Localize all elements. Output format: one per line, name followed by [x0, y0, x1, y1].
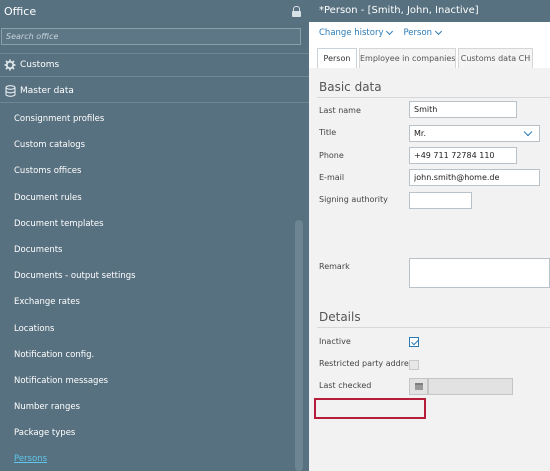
title-label: Title [319, 128, 337, 137]
inactive-highlight [314, 398, 426, 419]
remark-field[interactable] [409, 258, 550, 288]
title-select[interactable]: Mr. [409, 125, 540, 142]
customs-icon [4, 59, 16, 71]
email-field[interactable] [409, 169, 540, 186]
nav-item-notification-messages[interactable]: Notification messages [0, 368, 295, 394]
person-window-title: *Person - [Smith, John, Inactive] [309, 0, 550, 22]
nav-item-documents-output-settings[interactable]: Documents - output settings [0, 263, 295, 289]
tab-customs-data-ch[interactable]: Customs data CH [458, 48, 533, 68]
title-select-value: Mr. [414, 129, 426, 138]
phone-label: Phone [319, 151, 344, 160]
nav-item-customs-offices[interactable]: Customs offices [0, 158, 295, 184]
restricted-party-checkbox[interactable] [409, 360, 419, 370]
nav-item-consignment-profiles[interactable]: Consignment profiles [0, 106, 295, 132]
section-master-data-label: Master data [20, 85, 74, 96]
details-heading: Details [319, 310, 361, 324]
chevron-down-icon [523, 127, 533, 137]
nav-item-documents[interactable]: Documents [0, 237, 295, 263]
sidebar-scrollbar[interactable] [295, 220, 303, 471]
email-label: E-mail [319, 173, 345, 182]
nav-item-package-types[interactable]: Package types [0, 420, 295, 446]
nav-item-number-ranges[interactable]: Number ranges [0, 394, 295, 420]
last-name-field[interactable] [409, 101, 517, 118]
person-form: Basic data Last name Title Mr. Phone E-m… [309, 68, 550, 471]
nav-item-notification-config[interactable]: Notification config. [0, 342, 295, 368]
divider [317, 327, 550, 328]
tab-employee-in-companies[interactable]: Employee in companies [359, 48, 456, 68]
change-history-dropdown[interactable]: Change history [319, 27, 394, 38]
office-title: Office [4, 4, 37, 18]
person-menu-dropdown[interactable]: Person [403, 27, 443, 38]
last-name-label: Last name [319, 106, 361, 115]
chevron-down-icon [435, 27, 443, 36]
change-history-label: Change history [319, 28, 384, 38]
nav-item-document-rules[interactable]: Document rules [0, 185, 295, 211]
master-data-list: Consignment profiles Custom catalogs Cus… [0, 106, 295, 471]
last-checked-label: Last checked [319, 381, 372, 390]
divider [317, 97, 550, 98]
person-menu-label: Person [403, 28, 433, 38]
nav-item-exchange-rates[interactable]: Exchange rates [0, 289, 295, 315]
tab-person[interactable]: Person [317, 48, 357, 69]
person-panel: *Person - [Smith, John, Inactive] Change… [309, 0, 550, 471]
nav-item-document-templates[interactable]: Document templates [0, 211, 295, 237]
signing-authority-label: Signing authority [319, 195, 388, 204]
calendar-button[interactable] [409, 378, 428, 395]
section-customs-label: Customs [20, 60, 60, 70]
section-customs[interactable]: Customs [0, 53, 309, 77]
chevron-down-icon [386, 27, 394, 36]
basic-data-heading: Basic data [319, 80, 382, 94]
nav-item-locations[interactable]: Locations [0, 316, 295, 342]
office-panel: Office Customs Master data Consignment p… [0, 0, 309, 471]
section-master-data[interactable]: Master data [0, 79, 309, 103]
last-checked-field[interactable] [428, 378, 513, 395]
office-header: Office [0, 0, 309, 22]
restricted-party-label: Restricted party addre... [319, 359, 417, 368]
signing-authority-field[interactable] [409, 192, 472, 209]
nav-item-persons[interactable]: Persons [0, 446, 295, 471]
calendar-icon [414, 383, 423, 390]
remark-label: Remark [319, 262, 350, 271]
person-tabs: Person Employee in companies Customs dat… [309, 45, 550, 69]
inactive-label: Inactive [319, 337, 351, 346]
person-toolbar: Change history Person [309, 22, 550, 44]
nav-item-custom-catalogs[interactable]: Custom catalogs [0, 132, 295, 158]
search-office-input[interactable] [1, 28, 301, 45]
lock-icon[interactable] [292, 6, 301, 17]
inactive-checkbox[interactable] [409, 337, 419, 347]
phone-field[interactable] [409, 147, 517, 164]
database-icon [4, 84, 16, 97]
